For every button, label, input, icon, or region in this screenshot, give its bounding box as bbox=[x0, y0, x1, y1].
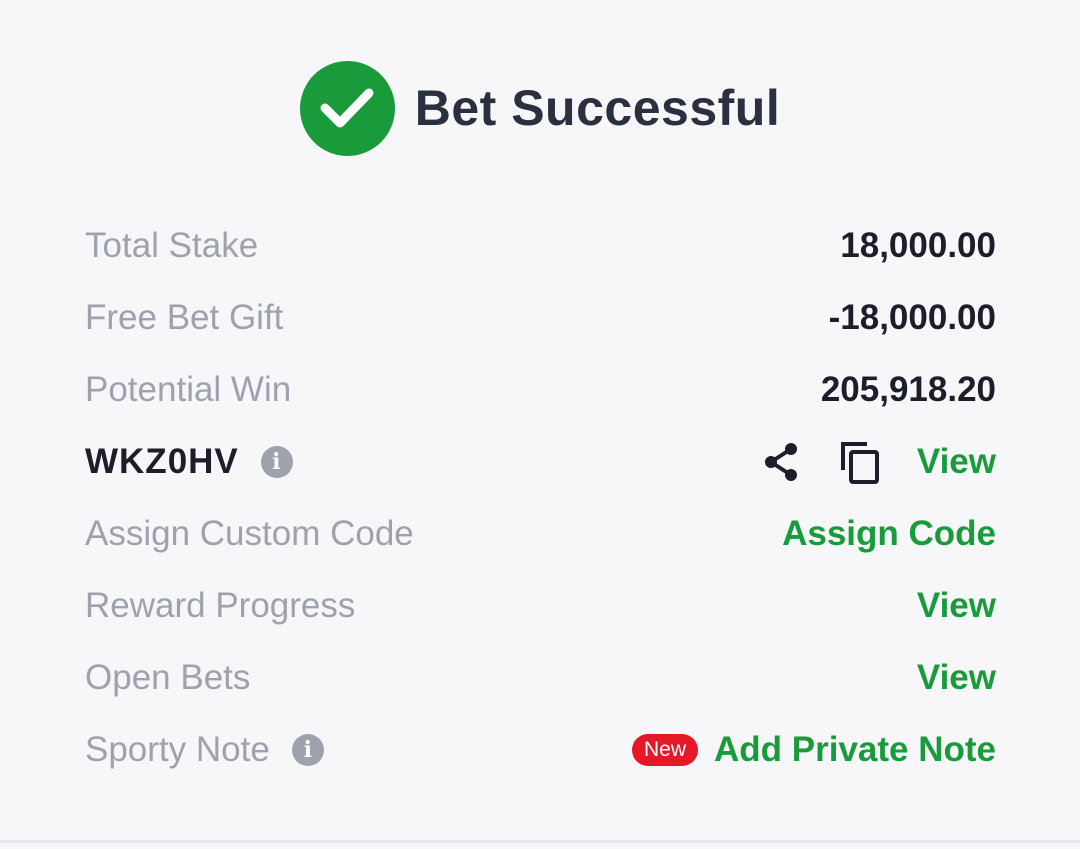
reward-progress-row: Reward Progress View bbox=[85, 570, 996, 642]
note-actions: New Add Private Note bbox=[631, 730, 996, 770]
sporty-note-label: Sporty Note bbox=[85, 730, 270, 769]
potential-win-label: Potential Win bbox=[85, 370, 292, 409]
copy-icon[interactable] bbox=[839, 440, 881, 484]
open-bets-row: Open Bets View bbox=[85, 642, 996, 714]
booking-code: WKZ0HV bbox=[85, 442, 239, 481]
total-stake-label: Total Stake bbox=[85, 226, 259, 265]
add-private-note-button[interactable]: Add Private Note bbox=[714, 730, 996, 770]
new-badge: New bbox=[631, 734, 698, 766]
free-bet-row: Free Bet Gift -18,000.00 bbox=[85, 282, 996, 354]
free-bet-value: -18,000.00 bbox=[828, 298, 996, 337]
check-icon bbox=[299, 60, 395, 156]
sporty-note-row: Sporty Note i New Add Private Note bbox=[85, 714, 996, 786]
view-booking-link[interactable]: View bbox=[917, 442, 996, 482]
sporty-note-label-wrap: Sporty Note i bbox=[85, 730, 324, 770]
booking-actions: View bbox=[761, 440, 996, 484]
bet-summary: Total Stake 18,000.00 Free Bet Gift -18,… bbox=[85, 210, 996, 786]
custom-code-row: Assign Custom Code Assign Code bbox=[85, 498, 996, 570]
free-bet-label: Free Bet Gift bbox=[85, 298, 284, 337]
open-bets-label: Open Bets bbox=[85, 658, 251, 697]
view-reward-link[interactable]: View bbox=[917, 586, 996, 626]
potential-win-row: Potential Win 205,918.20 bbox=[85, 354, 996, 426]
booking-code-row: WKZ0HV i View bbox=[85, 426, 996, 498]
custom-code-label: Assign Custom Code bbox=[85, 514, 414, 553]
booking-code-label: WKZ0HV i bbox=[85, 442, 293, 482]
view-open-bets-link[interactable]: View bbox=[917, 658, 996, 698]
info-icon[interactable]: i bbox=[260, 446, 293, 478]
info-icon[interactable]: i bbox=[291, 734, 324, 766]
total-stake-row: Total Stake 18,000.00 bbox=[85, 210, 996, 282]
share-icon[interactable] bbox=[761, 441, 801, 483]
total-stake-value: 18,000.00 bbox=[840, 226, 996, 265]
page-title: Bet Successful bbox=[414, 80, 781, 136]
reward-progress-label: Reward Progress bbox=[85, 586, 356, 625]
assign-code-button[interactable]: Assign Code bbox=[782, 514, 996, 554]
potential-win-value: 205,918.20 bbox=[820, 370, 996, 409]
divider bbox=[0, 840, 1080, 843]
success-header: Bet Successful bbox=[0, 58, 1080, 158]
